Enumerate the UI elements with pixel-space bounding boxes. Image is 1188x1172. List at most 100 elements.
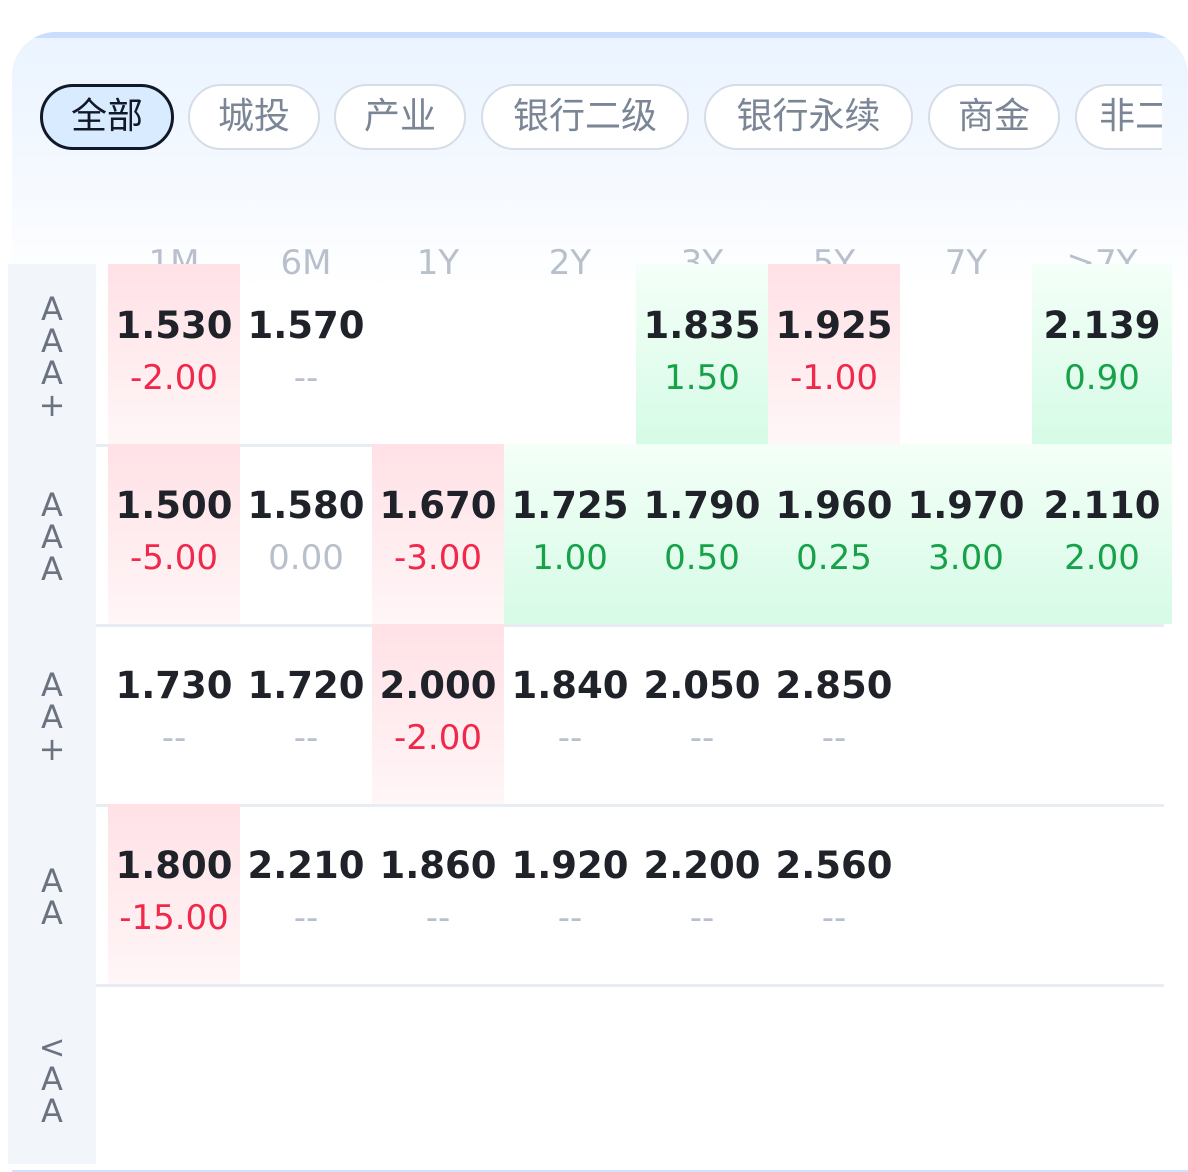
rating-label-text: AAA+ (33, 290, 71, 418)
yield-change: 0.25 (796, 538, 872, 578)
yield-cell-5y[interactable]: 1.960 0.25 (768, 444, 900, 624)
yield-value: 1.580 (247, 484, 365, 527)
yield-cell-2y (504, 264, 636, 444)
yield-cell-7y (900, 804, 1032, 984)
yield-cell-1y (372, 264, 504, 444)
yield-change: 0.00 (268, 538, 344, 578)
rating-label-text: AA (33, 862, 71, 926)
yield-change: -- (557, 898, 583, 938)
yield-value: 1.530 (115, 304, 233, 347)
yield-cell-7y[interactable]: 1.970 3.00 (900, 444, 1032, 624)
yield-value: 1.925 (775, 304, 893, 347)
yield-cell-7y (900, 624, 1032, 804)
yield-value: 1.720 (247, 664, 365, 707)
yield-cell-7y (900, 264, 1032, 444)
tab-0[interactable]: 全部 (40, 84, 174, 150)
yield-change: -15.00 (119, 898, 229, 938)
yield-change: -1.00 (790, 358, 878, 398)
yield-change: -- (821, 718, 847, 758)
yield-cell-gt7y[interactable]: 2.110 2.00 (1032, 444, 1172, 624)
yield-change: 3.00 (928, 538, 1004, 578)
yield-value: 1.800 (115, 844, 233, 887)
tab-5[interactable]: 商金 (928, 84, 1060, 150)
yield-change: 0.50 (664, 538, 740, 578)
yield-change: -3.00 (394, 538, 482, 578)
yield-change: 0.90 (1064, 358, 1140, 398)
yield-cell-6m[interactable]: 1.570 -- (240, 264, 372, 444)
yield-cell-2y[interactable]: 1.725 1.00 (504, 444, 636, 624)
tab-1[interactable]: 城投 (188, 84, 320, 150)
yield-change: -- (557, 718, 583, 758)
yield-cell-1m[interactable]: 1.730 -- (108, 624, 240, 804)
yield-cell-5y[interactable]: 1.925 -1.00 (768, 264, 900, 444)
yield-change: 1.50 (664, 358, 740, 398)
yield-cell-1m[interactable]: 1.530 -2.00 (108, 264, 240, 444)
rating-label: AA+ (8, 624, 96, 804)
yield-change: -2.00 (130, 358, 218, 398)
yield-value: 2.139 (1043, 304, 1161, 347)
yield-cell-3y[interactable]: 1.790 0.50 (636, 444, 768, 624)
rating-label: AA (8, 804, 96, 984)
yield-cell-gt7y (1032, 624, 1172, 804)
yield-cell-2y[interactable]: 1.920 -- (504, 804, 636, 984)
yield-change: -- (689, 898, 715, 938)
yield-change: 1.00 (532, 538, 608, 578)
yield-change: -2.00 (394, 718, 482, 758)
rating-label-text: <AA (33, 1028, 71, 1124)
yield-value: 2.110 (1043, 484, 1161, 527)
yield-value: 2.210 (247, 844, 365, 887)
yield-cell-1y[interactable]: 1.670 -3.00 (372, 444, 504, 624)
rating-row: AAA+ 1.530 -2.00 1.570 -- 1.835 1.50 1.925 -1.00… (8, 264, 1172, 447)
yield-cell-6m[interactable]: 2.210 -- (240, 804, 372, 984)
rating-label: <AA (8, 984, 96, 1164)
yield-change: -- (293, 898, 319, 938)
yield-cell-3y[interactable]: 1.835 1.50 (636, 264, 768, 444)
yield-change: -- (293, 718, 319, 758)
rating-row: AA+ 1.730 -- 1.720 -- 2.000 -2.00 1.840 -- 2.050 -… (8, 624, 1164, 807)
tab-2[interactable]: 产业 (334, 84, 466, 150)
yield-change: -- (425, 898, 451, 938)
rating-row: AAA 1.500 -5.00 1.580 0.00 1.670 -3.00 1.725 1.0… (8, 444, 1172, 627)
tab-4[interactable]: 银行永续 (704, 84, 913, 150)
rating-label: AAA (8, 444, 96, 624)
yield-value: 1.960 (775, 484, 893, 527)
yield-value: 1.725 (511, 484, 629, 527)
yield-value: 1.860 (379, 844, 497, 887)
yield-value: 1.500 (115, 484, 233, 527)
tab-6[interactable]: 非二 (1075, 84, 1162, 150)
rating-label-text: AAA (33, 486, 71, 582)
yield-value: 2.050 (643, 664, 761, 707)
yield-cell-1m[interactable]: 1.500 -5.00 (108, 444, 240, 624)
yield-change: -- (161, 718, 187, 758)
rating-row: AA 1.800 -15.00 2.210 -- 1.860 -- 1.920 -- 2.200 -… (8, 804, 1164, 987)
yield-cell-1y[interactable]: 2.000 -2.00 (372, 624, 504, 804)
yield-cell-6m[interactable]: 1.720 -- (240, 624, 372, 804)
yield-change: -5.00 (130, 538, 218, 578)
yield-value: 1.570 (247, 304, 365, 347)
yield-value: 1.920 (511, 844, 629, 887)
yield-value: 2.560 (775, 844, 893, 887)
yield-value: 1.840 (511, 664, 629, 707)
rating-row: <AA (8, 984, 1164, 1164)
yield-value: 1.670 (379, 484, 497, 527)
yield-cell-6m[interactable]: 1.580 0.00 (240, 444, 372, 624)
yield-cell-1m[interactable]: 1.800 -15.00 (108, 804, 240, 984)
yield-change: -- (293, 358, 319, 398)
yield-value: 1.970 (907, 484, 1025, 527)
yield-value: 1.835 (643, 304, 761, 347)
yield-value: 2.850 (775, 664, 893, 707)
yield-cell-3y[interactable]: 2.050 -- (636, 624, 768, 804)
rating-label-text: AA+ (33, 666, 71, 762)
yield-value: 1.730 (115, 664, 233, 707)
tab-3[interactable]: 银行二级 (481, 84, 689, 150)
yield-cell-5y[interactable]: 2.560 -- (768, 804, 900, 984)
yield-cell-gt7y[interactable]: 2.139 0.90 (1032, 264, 1172, 444)
yield-cell-1y[interactable]: 1.860 -- (372, 804, 504, 984)
yield-cell-2y[interactable]: 1.840 -- (504, 624, 636, 804)
yield-cell-3y[interactable]: 2.200 -- (636, 804, 768, 984)
yield-value: 2.000 (379, 664, 497, 707)
yield-value: 1.790 (643, 484, 761, 527)
category-tabs: 全部城投产业银行二级银行永续商金非二 (40, 82, 1162, 154)
yield-cell-5y[interactable]: 2.850 -- (768, 624, 900, 804)
yield-change: -- (689, 718, 715, 758)
